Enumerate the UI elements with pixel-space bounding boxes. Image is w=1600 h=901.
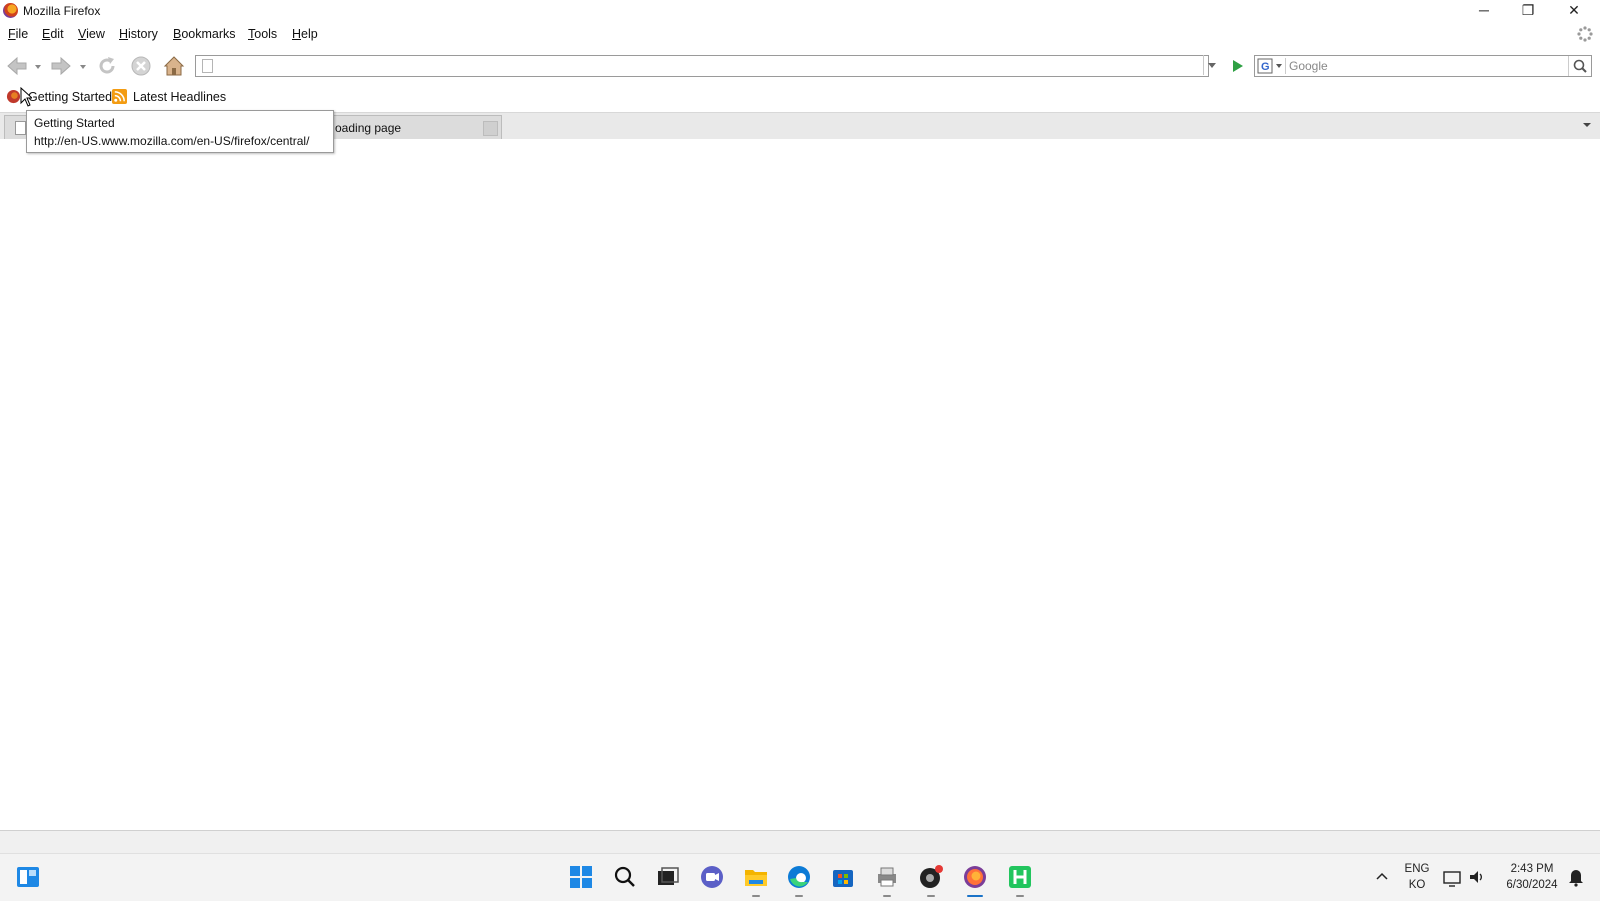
menu-view-mnemonic: V — [78, 27, 87, 41]
clock-time[interactable]: 2:43 PM — [1496, 863, 1568, 875]
window-title: Mozilla Firefox — [23, 4, 101, 18]
notification-bell-icon[interactable] — [1566, 864, 1586, 890]
media-app-running-indicator — [927, 895, 935, 897]
minimize-button[interactable]: ─ — [1462, 0, 1506, 22]
bookmark-getting-started[interactable]: Getting Started — [28, 90, 112, 104]
menu-help-label: elp — [301, 27, 318, 41]
printer-app-running-indicator — [883, 895, 891, 897]
volume-icon[interactable] — [1468, 864, 1486, 890]
language-indicator-bottom[interactable]: KO — [1402, 879, 1432, 891]
file-explorer-icon[interactable] — [743, 864, 769, 890]
menu-bookmarks[interactable]: Bookmarks — [173, 27, 236, 41]
teams-chat-icon[interactable] — [699, 864, 725, 890]
menu-help[interactable]: Help — [292, 27, 318, 41]
window-titlebar: Mozilla Firefox ─ ❐ ✕ — [0, 0, 1600, 22]
menu-edit-label: dit — [50, 27, 64, 41]
clock-date[interactable]: 6/30/2024 — [1496, 879, 1568, 891]
search-magnifier-icon[interactable] — [1568, 56, 1591, 76]
search-engine-selector-icon[interactable]: G — [1257, 58, 1286, 74]
firefox-bookmark-icon — [6, 89, 21, 104]
bookmarks-toolbar: Getting Started Latest Headlines — [0, 86, 1600, 108]
media-app-icon[interactable] — [918, 864, 944, 890]
tooltip-title: Getting Started — [34, 116, 115, 130]
tray-overflow-chevron-up-icon[interactable] — [1374, 864, 1390, 890]
maximize-button[interactable]: ❐ — [1506, 0, 1550, 22]
url-bar[interactable] — [195, 55, 1209, 77]
mouse-cursor-icon — [20, 87, 32, 107]
reload-icon[interactable] — [95, 54, 119, 78]
windows-taskbar: ENG KO 2:43 PM 6/30/2024 — [0, 853, 1600, 901]
start-windows-icon[interactable] — [568, 864, 594, 890]
status-bar — [0, 830, 1600, 853]
language-indicator-top[interactable]: ENG — [1402, 863, 1432, 875]
menu-history-mnemonic: H — [119, 27, 129, 41]
page-content-area[interactable] — [0, 139, 1600, 829]
tab-list-chevron-down-icon[interactable] — [1580, 118, 1594, 132]
tooltip-url: http://en-US.www.mozilla.com/en-US/firef… — [34, 134, 310, 148]
bookmark-latest-headlines[interactable]: Latest Headlines — [133, 90, 226, 104]
firefox-active-indicator — [967, 895, 983, 897]
svg-text:G: G — [1261, 61, 1270, 73]
widgets-icon[interactable] — [15, 864, 41, 890]
forward-arrow-icon[interactable] — [49, 54, 73, 78]
menu-view[interactable]: View — [78, 27, 105, 41]
task-view-icon[interactable] — [655, 864, 681, 890]
firefox-app-icon — [3, 3, 18, 18]
back-history-dropdown-icon[interactable] — [33, 54, 43, 78]
menu-bookmarks-label: ookmarks — [181, 27, 236, 41]
menu-tools[interactable]: Tools — [248, 27, 277, 41]
menu-file[interactable]: File — [8, 27, 28, 41]
menu-history[interactable]: History — [119, 27, 158, 41]
hack-editor-running-indicator — [1016, 895, 1024, 897]
page-icon — [202, 59, 213, 73]
menu-edit[interactable]: Edit — [42, 27, 64, 41]
menu-bar: File Edit View History Bookmarks Tools H… — [0, 24, 1600, 46]
menu-file-mnemonic: F — [8, 27, 16, 41]
file-explorer-running-indicator — [752, 895, 760, 897]
back-arrow-icon[interactable] — [5, 54, 29, 78]
go-arrow-icon[interactable] — [1227, 56, 1247, 76]
microsoft-store-icon[interactable] — [830, 864, 856, 890]
forward-history-dropdown-icon[interactable] — [78, 54, 88, 78]
rss-feed-icon — [112, 89, 127, 104]
tab-title: oading page — [335, 121, 402, 135]
search-input[interactable]: Google — [1289, 59, 1328, 73]
printer-app-icon[interactable] — [874, 864, 900, 890]
hack-editor-icon[interactable] — [1007, 864, 1033, 890]
menu-help-mnemonic: H — [292, 27, 302, 41]
menu-history-label: istory — [128, 27, 158, 41]
menu-view-label: iew — [86, 27, 105, 41]
close-button[interactable]: ✕ — [1552, 0, 1596, 22]
url-history-dropdown-icon[interactable] — [1203, 55, 1220, 75]
search-bar[interactable]: G Google — [1254, 55, 1592, 77]
tab-page-icon — [15, 121, 26, 135]
edge-browser-icon[interactable] — [786, 864, 812, 890]
edge-running-indicator — [795, 895, 803, 897]
menu-tools-label: ools — [254, 27, 278, 41]
network-icon[interactable] — [1443, 864, 1461, 890]
menu-file-label: ile — [15, 27, 29, 41]
home-icon[interactable] — [162, 54, 186, 78]
throbber-icon — [1577, 26, 1593, 42]
firefox-taskbar-icon[interactable] — [962, 864, 988, 890]
search-icon[interactable] — [612, 864, 638, 890]
bookmark-tooltip: Getting Started http://en-US.www.mozilla… — [26, 110, 334, 153]
tab-close-icon[interactable] — [483, 121, 498, 136]
stop-icon[interactable] — [129, 54, 153, 78]
